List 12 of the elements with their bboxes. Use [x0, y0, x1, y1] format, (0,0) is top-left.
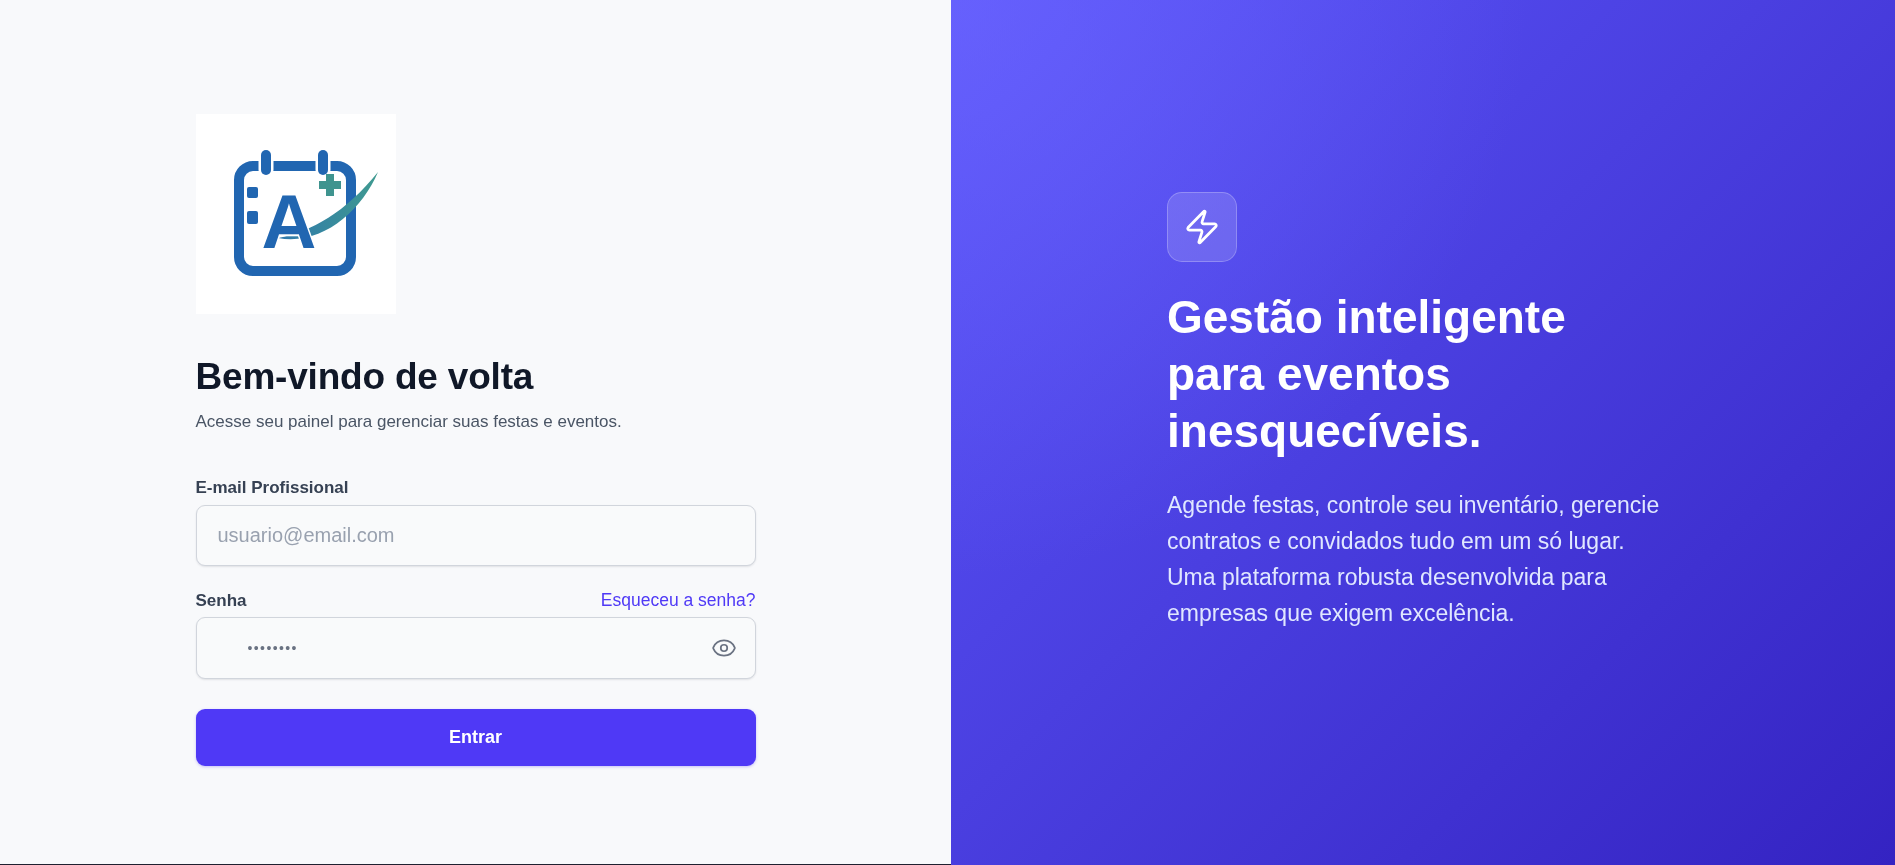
- password-label: Senha: [195, 591, 247, 611]
- hero-heading: Gestão inteligente para eventos inesquecíveis.: [1167, 290, 1567, 459]
- forgot-password-link[interactable]: Esqueceu a senha?: [600, 590, 756, 610]
- login-button[interactable]: Entrar: [195, 709, 756, 766]
- email-field[interactable]: usuario@email.com: [195, 505, 756, 566]
- bolt-icon: [1167, 192, 1237, 262]
- subtitle-text: Acesse seu painel para gerenciar suas festas e eventos.: [195, 411, 623, 433]
- password-field[interactable]: ••••••••: [195, 617, 756, 679]
- plus-icon: [318, 174, 341, 196]
- hero-description: Agende festas, controle seu inventário, gerencie contratos e convidados tudo em um só lugar. Uma plataforma robusta desenvolvida para empresas que exigem excelência.: [1167, 491, 1661, 628]
- welcome-heading: Bem-vindo de volta: [195, 355, 535, 399]
- email-label: E-mail Profissional: [195, 478, 350, 498]
